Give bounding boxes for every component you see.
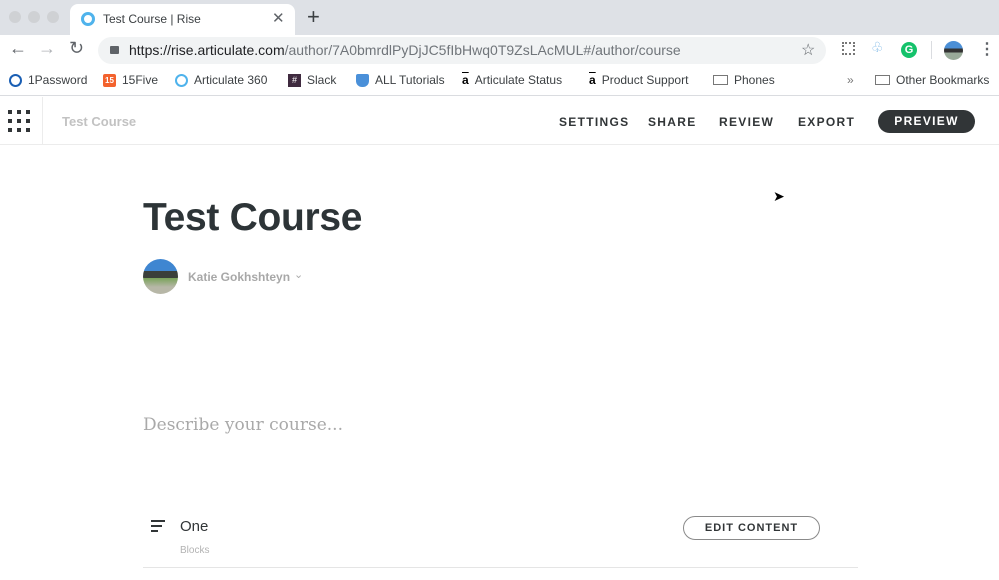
articulate-a-icon: a	[589, 73, 596, 87]
shield-icon	[356, 73, 369, 87]
articulate-a-icon: a	[462, 73, 469, 87]
1password-icon	[9, 73, 22, 87]
tab-title: Test Course | Rise	[103, 12, 201, 26]
window-zoom-button[interactable]	[47, 11, 59, 23]
slack-icon: #	[288, 73, 301, 87]
bookmark-slack[interactable]: # Slack	[288, 73, 336, 87]
window-minimize-button[interactable]	[28, 11, 40, 23]
lock-icon	[110, 46, 119, 54]
back-icon[interactable]: ←	[9, 38, 27, 59]
bookmark-articulate-status[interactable]: a Articulate Status	[462, 73, 562, 87]
new-tab-icon[interactable]: +	[307, 4, 320, 30]
rise-favicon-icon	[81, 12, 95, 26]
preview-button[interactable]: PREVIEW	[878, 110, 975, 133]
lesson-type: Blocks	[180, 545, 210, 556]
mouse-cursor-icon: ➤	[773, 188, 785, 204]
folder-icon	[875, 75, 890, 85]
bookmarks-overflow-button[interactable]: »	[847, 73, 854, 87]
course-description-input[interactable]: Describe your course...	[143, 415, 343, 435]
lesson-divider	[143, 567, 858, 568]
review-link[interactable]: REVIEW	[719, 115, 774, 129]
bookmark-articulate-360[interactable]: Articulate 360	[175, 73, 267, 87]
header-divider	[42, 97, 43, 144]
forward-icon[interactable]: →	[38, 38, 56, 59]
bookmark-label: Phones	[734, 73, 775, 87]
author-name[interactable]: Katie Gokhshteyn	[188, 270, 290, 284]
articulate-icon	[175, 73, 188, 87]
other-bookmarks[interactable]: Other Bookmarks	[875, 73, 989, 87]
bookmark-label: Articulate Status	[474, 73, 563, 87]
url-path: /author/7A0bmrdlPyDjJC5fIbHwq0T9ZsLAcMUL…	[284, 42, 681, 58]
bookmark-all-tutorials[interactable]: ALL Tutorials	[356, 73, 445, 87]
course-title[interactable]: Test Course	[143, 196, 363, 240]
bookmark-15five[interactable]: 15 15Five	[103, 73, 158, 87]
bookmark-label: Other Bookmarks	[896, 73, 990, 87]
window-close-button[interactable]	[9, 11, 21, 23]
export-link[interactable]: EXPORT	[798, 115, 855, 129]
grammarly-icon[interactable]: G	[901, 42, 917, 58]
extension-icon[interactable]: ♧	[871, 39, 884, 56]
header-course-title: Test Course	[62, 114, 137, 129]
bookmark-label: ALL Tutorials	[375, 73, 445, 87]
settings-link[interactable]: SETTINGS	[559, 115, 629, 129]
share-link[interactable]: SHARE	[648, 115, 697, 129]
bookmark-label: 1Password	[28, 73, 88, 87]
bookmark-label: Product Support	[601, 73, 689, 87]
author-avatar	[143, 259, 178, 294]
chevron-down-icon[interactable]: ⌄	[294, 268, 303, 281]
qr-extension-icon[interactable]	[842, 42, 855, 55]
address-bar[interactable]: https://rise.articulate.com/author/7A0bm…	[98, 37, 826, 64]
bookmark-label: Articulate 360	[194, 73, 268, 87]
15five-icon: 15	[103, 73, 116, 87]
toolbar-divider	[931, 41, 932, 59]
tab-strip: Test Course | Rise ✕ +	[0, 0, 999, 35]
bookmark-label: Slack	[307, 73, 337, 87]
browser-tab[interactable]: Test Course | Rise ✕	[70, 4, 295, 35]
bookmark-product-support[interactable]: a Product Support	[589, 73, 688, 87]
bookmark-1password[interactable]: 1Password	[9, 73, 87, 87]
url-host: https://rise.articulate.com	[129, 42, 285, 58]
tab-close-icon[interactable]: ✕	[272, 9, 285, 27]
reload-icon[interactable]: ↻	[69, 38, 84, 59]
lesson-title[interactable]: One	[180, 518, 208, 535]
bookmark-star-icon[interactable]: ☆	[801, 37, 815, 64]
bookmark-phones[interactable]: Phones	[713, 73, 775, 87]
folder-icon	[713, 75, 728, 85]
edit-content-button[interactable]: EDIT CONTENT	[683, 516, 820, 540]
apps-grid-icon[interactable]	[8, 110, 30, 132]
bookmark-label: 15Five	[122, 73, 159, 87]
lesson-type-icon	[151, 520, 166, 532]
menu-icon[interactable]: ⋮	[979, 39, 995, 59]
profile-avatar[interactable]	[944, 41, 963, 60]
